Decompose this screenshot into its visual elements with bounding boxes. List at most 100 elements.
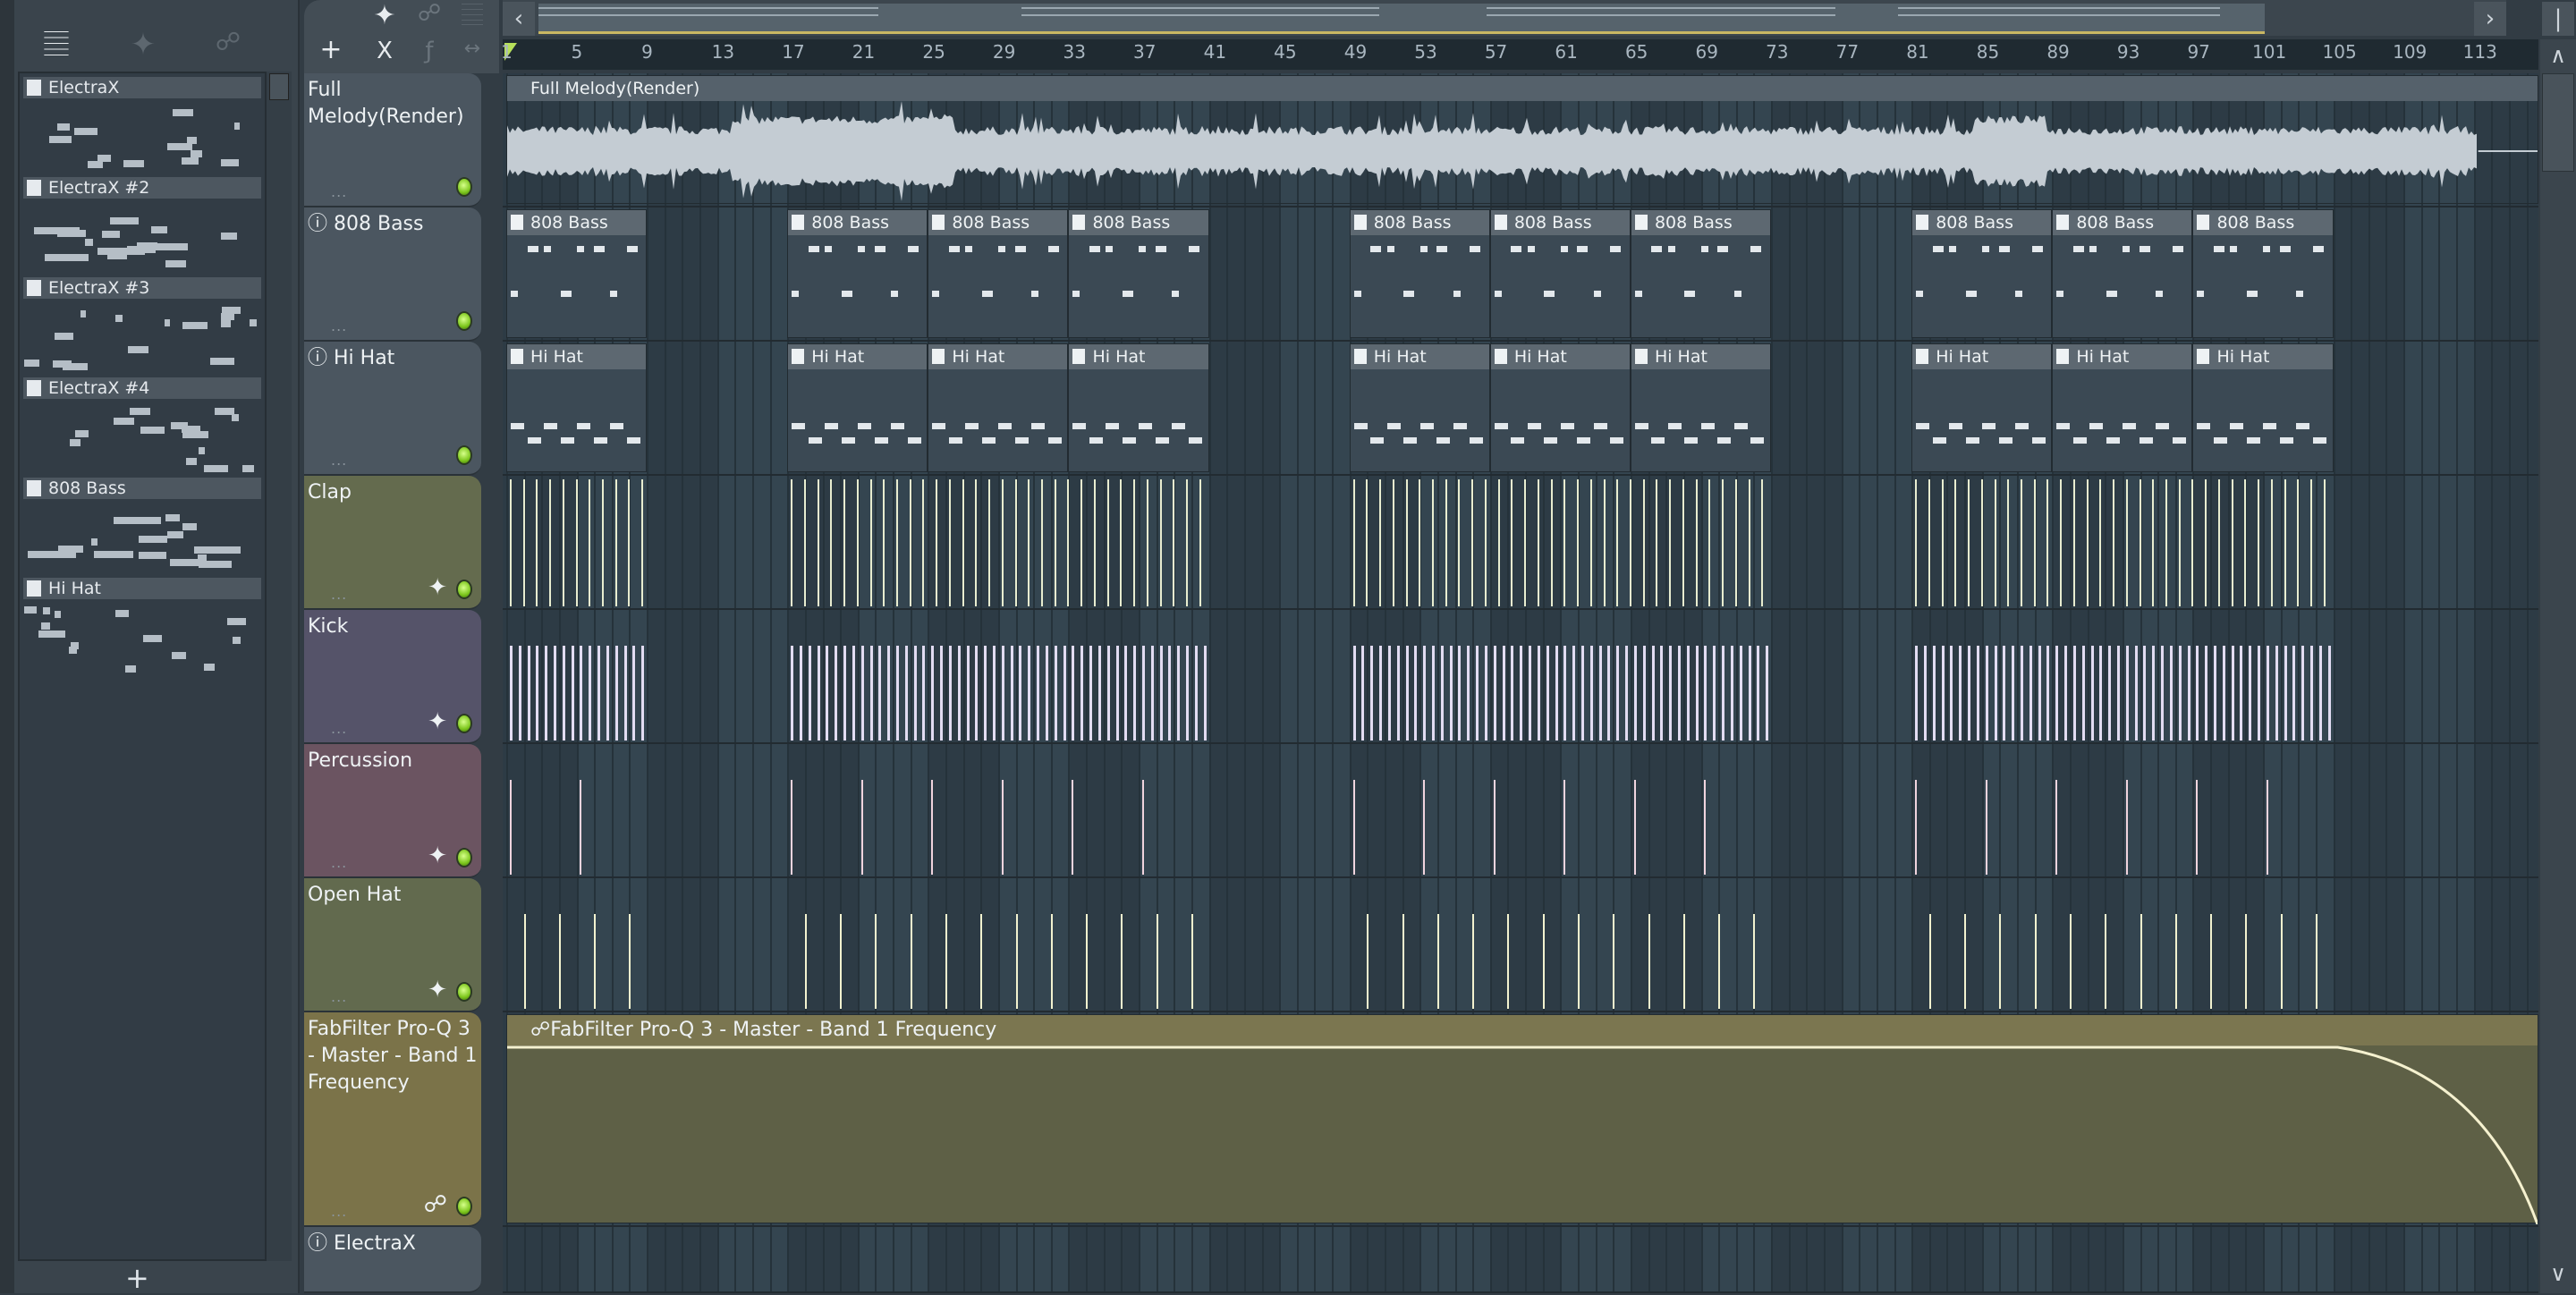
pattern-item[interactable]: ElectraX #4 xyxy=(20,374,265,474)
pattern-clip[interactable]: 808 Bass xyxy=(928,209,1069,338)
pattern-item[interactable]: ElectraX xyxy=(20,73,265,174)
track-mute-led[interactable] xyxy=(456,1197,472,1216)
scroll-up-button[interactable]: ∧ xyxy=(2542,39,2574,72)
clip-header[interactable]: Hi Hat xyxy=(1912,344,2052,369)
timeline-ruler[interactable]: 1 5 9 13 17 21 25 29 33 37 41 45 49 53 57 61 65 69 73 77 81 8… xyxy=(501,39,2538,70)
pattern-header[interactable]: ElectraX #4 xyxy=(23,377,261,399)
track-mute-led[interactable] xyxy=(456,982,472,1002)
clip-header[interactable]: 808 Bass xyxy=(507,210,647,235)
track-options-icon[interactable]: ... xyxy=(331,854,347,871)
track-header[interactable]: Kick... ✦ xyxy=(304,610,481,744)
track-mute-led[interactable] xyxy=(456,445,472,465)
track-lane[interactable]: 808 Bass 808 Bass 808 Bass 808 Bass 808 Bass… xyxy=(503,207,2538,342)
track-header[interactable]: Percussion... ✦ xyxy=(304,744,481,878)
pattern-clip[interactable]: 808 Bass xyxy=(1911,209,2053,338)
stretch-tool-icon[interactable]: ↔ xyxy=(454,38,490,60)
track-lane[interactable] xyxy=(503,476,2538,610)
overview-window[interactable] xyxy=(538,4,2265,34)
track-lane[interactable] xyxy=(503,610,2538,744)
pattern-clip[interactable]: Hi Hat xyxy=(1489,343,1631,472)
track-header[interactable]: ⓘ Hi Hat... xyxy=(304,342,481,476)
track-options-icon[interactable]: ... xyxy=(331,586,347,603)
clip-header[interactable]: Hi Hat xyxy=(1069,344,1208,369)
clip-header[interactable]: Hi Hat xyxy=(928,344,1068,369)
track-mute-led[interactable] xyxy=(456,714,472,733)
pattern-clip[interactable]: Hi Hat xyxy=(787,343,928,472)
scroll-left-button[interactable]: ‹ xyxy=(503,2,535,36)
pattern-clip[interactable]: Hi Hat xyxy=(1349,343,1490,472)
track-header[interactable]: Full Melody(Render)... xyxy=(304,73,481,207)
pattern-header[interactable]: Hi Hat xyxy=(23,578,261,599)
pattern-header[interactable]: 808 Bass xyxy=(23,478,261,499)
zoom-handle[interactable]: | xyxy=(2542,2,2574,36)
clip-header[interactable]: 808 Bass xyxy=(788,210,928,235)
piano-roll-icon[interactable]: 𝄚 xyxy=(34,27,79,63)
vertical-scrollbar[interactable]: ∧ ∨ xyxy=(2540,39,2576,1293)
track-options-icon[interactable]: ... xyxy=(331,317,347,334)
track-header[interactable]: FabFilter Pro-Q 3 - Master - Band 1 Freq… xyxy=(304,1012,481,1227)
pattern-clip[interactable]: Hi Hat xyxy=(928,343,1069,472)
clip-header[interactable]: Hi Hat xyxy=(1350,344,1489,369)
pattern-tool-icon[interactable]: 𝄚 xyxy=(454,0,490,31)
track-options-icon[interactable]: ... xyxy=(331,183,347,200)
clip-header[interactable]: 808 Bass xyxy=(1350,210,1489,235)
audio-clip-icon[interactable]: ✦ xyxy=(121,27,165,63)
pattern-list-scrollbar[interactable] xyxy=(267,72,292,1261)
track-lane[interactable] xyxy=(503,744,2538,878)
clip-header[interactable]: Hi Hat xyxy=(788,344,928,369)
clip-header[interactable]: 808 Bass xyxy=(2053,210,2192,235)
track-header[interactable]: ⓘ ElectraX xyxy=(304,1227,481,1293)
pattern-item[interactable]: Hi Hat xyxy=(20,574,265,674)
track-mute-led[interactable] xyxy=(456,848,472,868)
track-header[interactable]: Clap... ✦ xyxy=(304,476,481,610)
pattern-header[interactable]: ElectraX #2 xyxy=(23,177,261,199)
pattern-clip[interactable]: 808 Bass xyxy=(2052,209,2193,338)
scroll-down-button[interactable]: ∨ xyxy=(2542,1257,2574,1290)
clip-header[interactable]: 808 Bass xyxy=(1069,210,1208,235)
clip-header[interactable]: Hi Hat xyxy=(2053,344,2192,369)
pattern-item[interactable]: ElectraX #3 xyxy=(20,274,265,374)
clip-header[interactable]: Hi Hat xyxy=(2193,344,2333,369)
track-mute-led[interactable] xyxy=(456,177,472,197)
track-options-icon[interactable]: ... xyxy=(331,452,347,469)
pattern-clip[interactable]: 808 Bass xyxy=(1068,209,1209,338)
pattern-clip[interactable]: Hi Hat xyxy=(2192,343,2334,472)
pattern-clip[interactable]: 808 Bass xyxy=(1489,209,1631,338)
pattern-clip[interactable]: Hi Hat xyxy=(506,343,648,472)
track-mute-led[interactable] xyxy=(456,580,472,599)
clip-header[interactable]: Hi Hat xyxy=(1631,344,1771,369)
close-button[interactable]: X xyxy=(367,38,402,64)
track-mute-led[interactable] xyxy=(456,311,472,331)
clip-header[interactable]: 808 Bass xyxy=(928,210,1068,235)
track-lane[interactable] xyxy=(503,878,2538,1012)
pattern-clip[interactable]: 808 Bass xyxy=(2192,209,2334,338)
pattern-header[interactable]: ElectraX xyxy=(23,77,261,98)
pattern-clip[interactable]: Hi Hat xyxy=(1911,343,2053,472)
pattern-clip[interactable]: Hi Hat xyxy=(2052,343,2193,472)
track-options-icon[interactable]: ... xyxy=(331,1203,347,1220)
pattern-clip[interactable]: Hi Hat xyxy=(1630,343,1772,472)
scrollbar-thumb[interactable] xyxy=(2542,73,2574,172)
pattern-clip[interactable]: 808 Bass xyxy=(506,209,648,338)
track-lane[interactable]: Hi Hat Hi Hat Hi Hat Hi Hat Hi Hat Hi Hat Hi H… xyxy=(503,342,2538,476)
track-header[interactable]: ⓘ 808 Bass... xyxy=(304,207,481,342)
clip-header[interactable]: Hi Hat xyxy=(1490,344,1630,369)
automation-tool-icon[interactable]: ☍ xyxy=(411,0,447,27)
audio-clip-tool-icon[interactable]: ✦ xyxy=(367,0,402,31)
add-pattern-button[interactable]: + xyxy=(125,1261,149,1295)
track-options-icon[interactable]: ... xyxy=(331,988,347,1005)
pattern-clip[interactable]: 808 Bass xyxy=(1630,209,1772,338)
playlist-overview[interactable]: ‹ › xyxy=(503,0,2506,36)
automation-clip[interactable]: ☍FabFilter Pro-Q 3 - Master - Band 1 Fre… xyxy=(506,1014,2538,1224)
clip-header[interactable]: 808 Bass xyxy=(1490,210,1630,235)
track-header[interactable]: Open Hat... ✦ xyxy=(304,878,481,1012)
clip-header[interactable]: 808 Bass xyxy=(2193,210,2333,235)
slip-tool-icon[interactable]: ƒ xyxy=(411,38,447,64)
automation-icon[interactable]: ☍ xyxy=(206,27,250,63)
track-options-icon[interactable]: ... xyxy=(331,720,347,737)
audio-clip[interactable]: Full Melody(Render) xyxy=(506,75,2538,204)
pattern-clip[interactable]: 808 Bass xyxy=(787,209,928,338)
scroll-right-button[interactable]: › xyxy=(2474,2,2506,36)
pattern-clip[interactable]: 808 Bass xyxy=(1349,209,1490,338)
track-lane[interactable] xyxy=(503,1227,2538,1293)
